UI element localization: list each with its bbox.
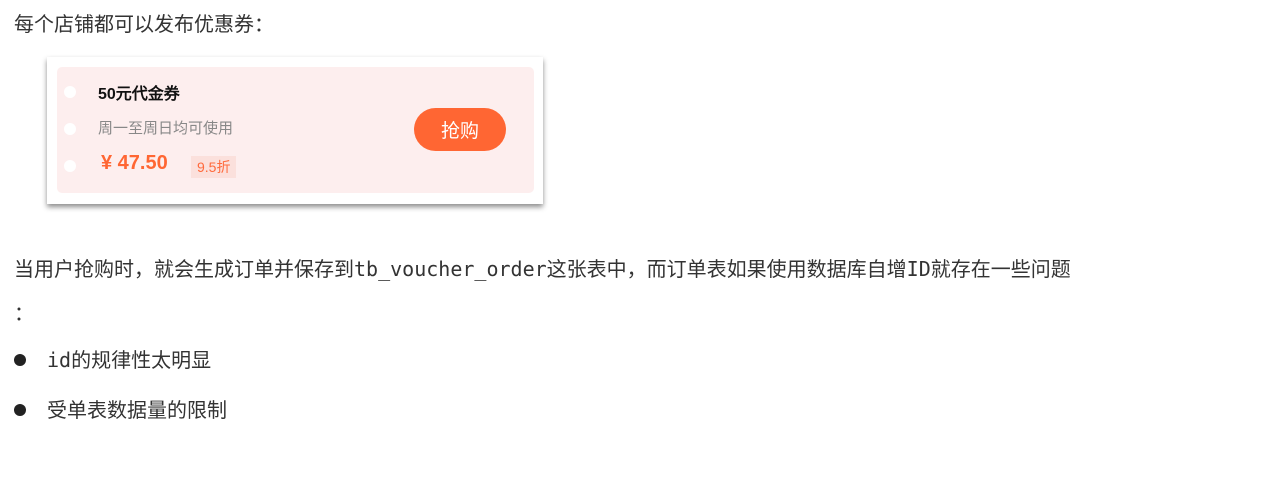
buy-button[interactable]: 抢购: [414, 108, 506, 151]
intro-text: 每个店铺都可以发布优惠券：: [14, 12, 274, 36]
decorative-dot: [64, 86, 76, 98]
list-item: id的规律性太明显: [14, 346, 211, 374]
decorative-dot: [64, 123, 76, 135]
voucher-discount-badge: 9.5折: [191, 156, 237, 178]
list-item-text: 受单表数据量的限制: [47, 398, 227, 422]
bullet-icon: [14, 354, 26, 366]
bullet-icon: [14, 404, 26, 416]
list-item-text: id的规律性太明显: [47, 348, 212, 372]
list-item: 受单表数据量的限制: [14, 396, 227, 424]
paragraph-continuation: ：: [14, 301, 34, 325]
decorative-dot: [64, 160, 76, 172]
voucher-description: 周一至周日均可使用: [98, 120, 234, 137]
voucher-card-frame: 50元代金券 周一至周日均可使用 ¥ 47.50 9.5折 抢购: [47, 57, 543, 204]
voucher-card: 50元代金券 周一至周日均可使用 ¥ 47.50 9.5折 抢购: [57, 67, 534, 193]
voucher-price: ¥ 47.50: [101, 152, 168, 174]
paragraph-line: 当用户抢购时，就会生成订单并保存到tb_voucher_order这张表中，而订…: [14, 257, 1071, 281]
voucher-title: 50元代金券: [98, 86, 180, 103]
